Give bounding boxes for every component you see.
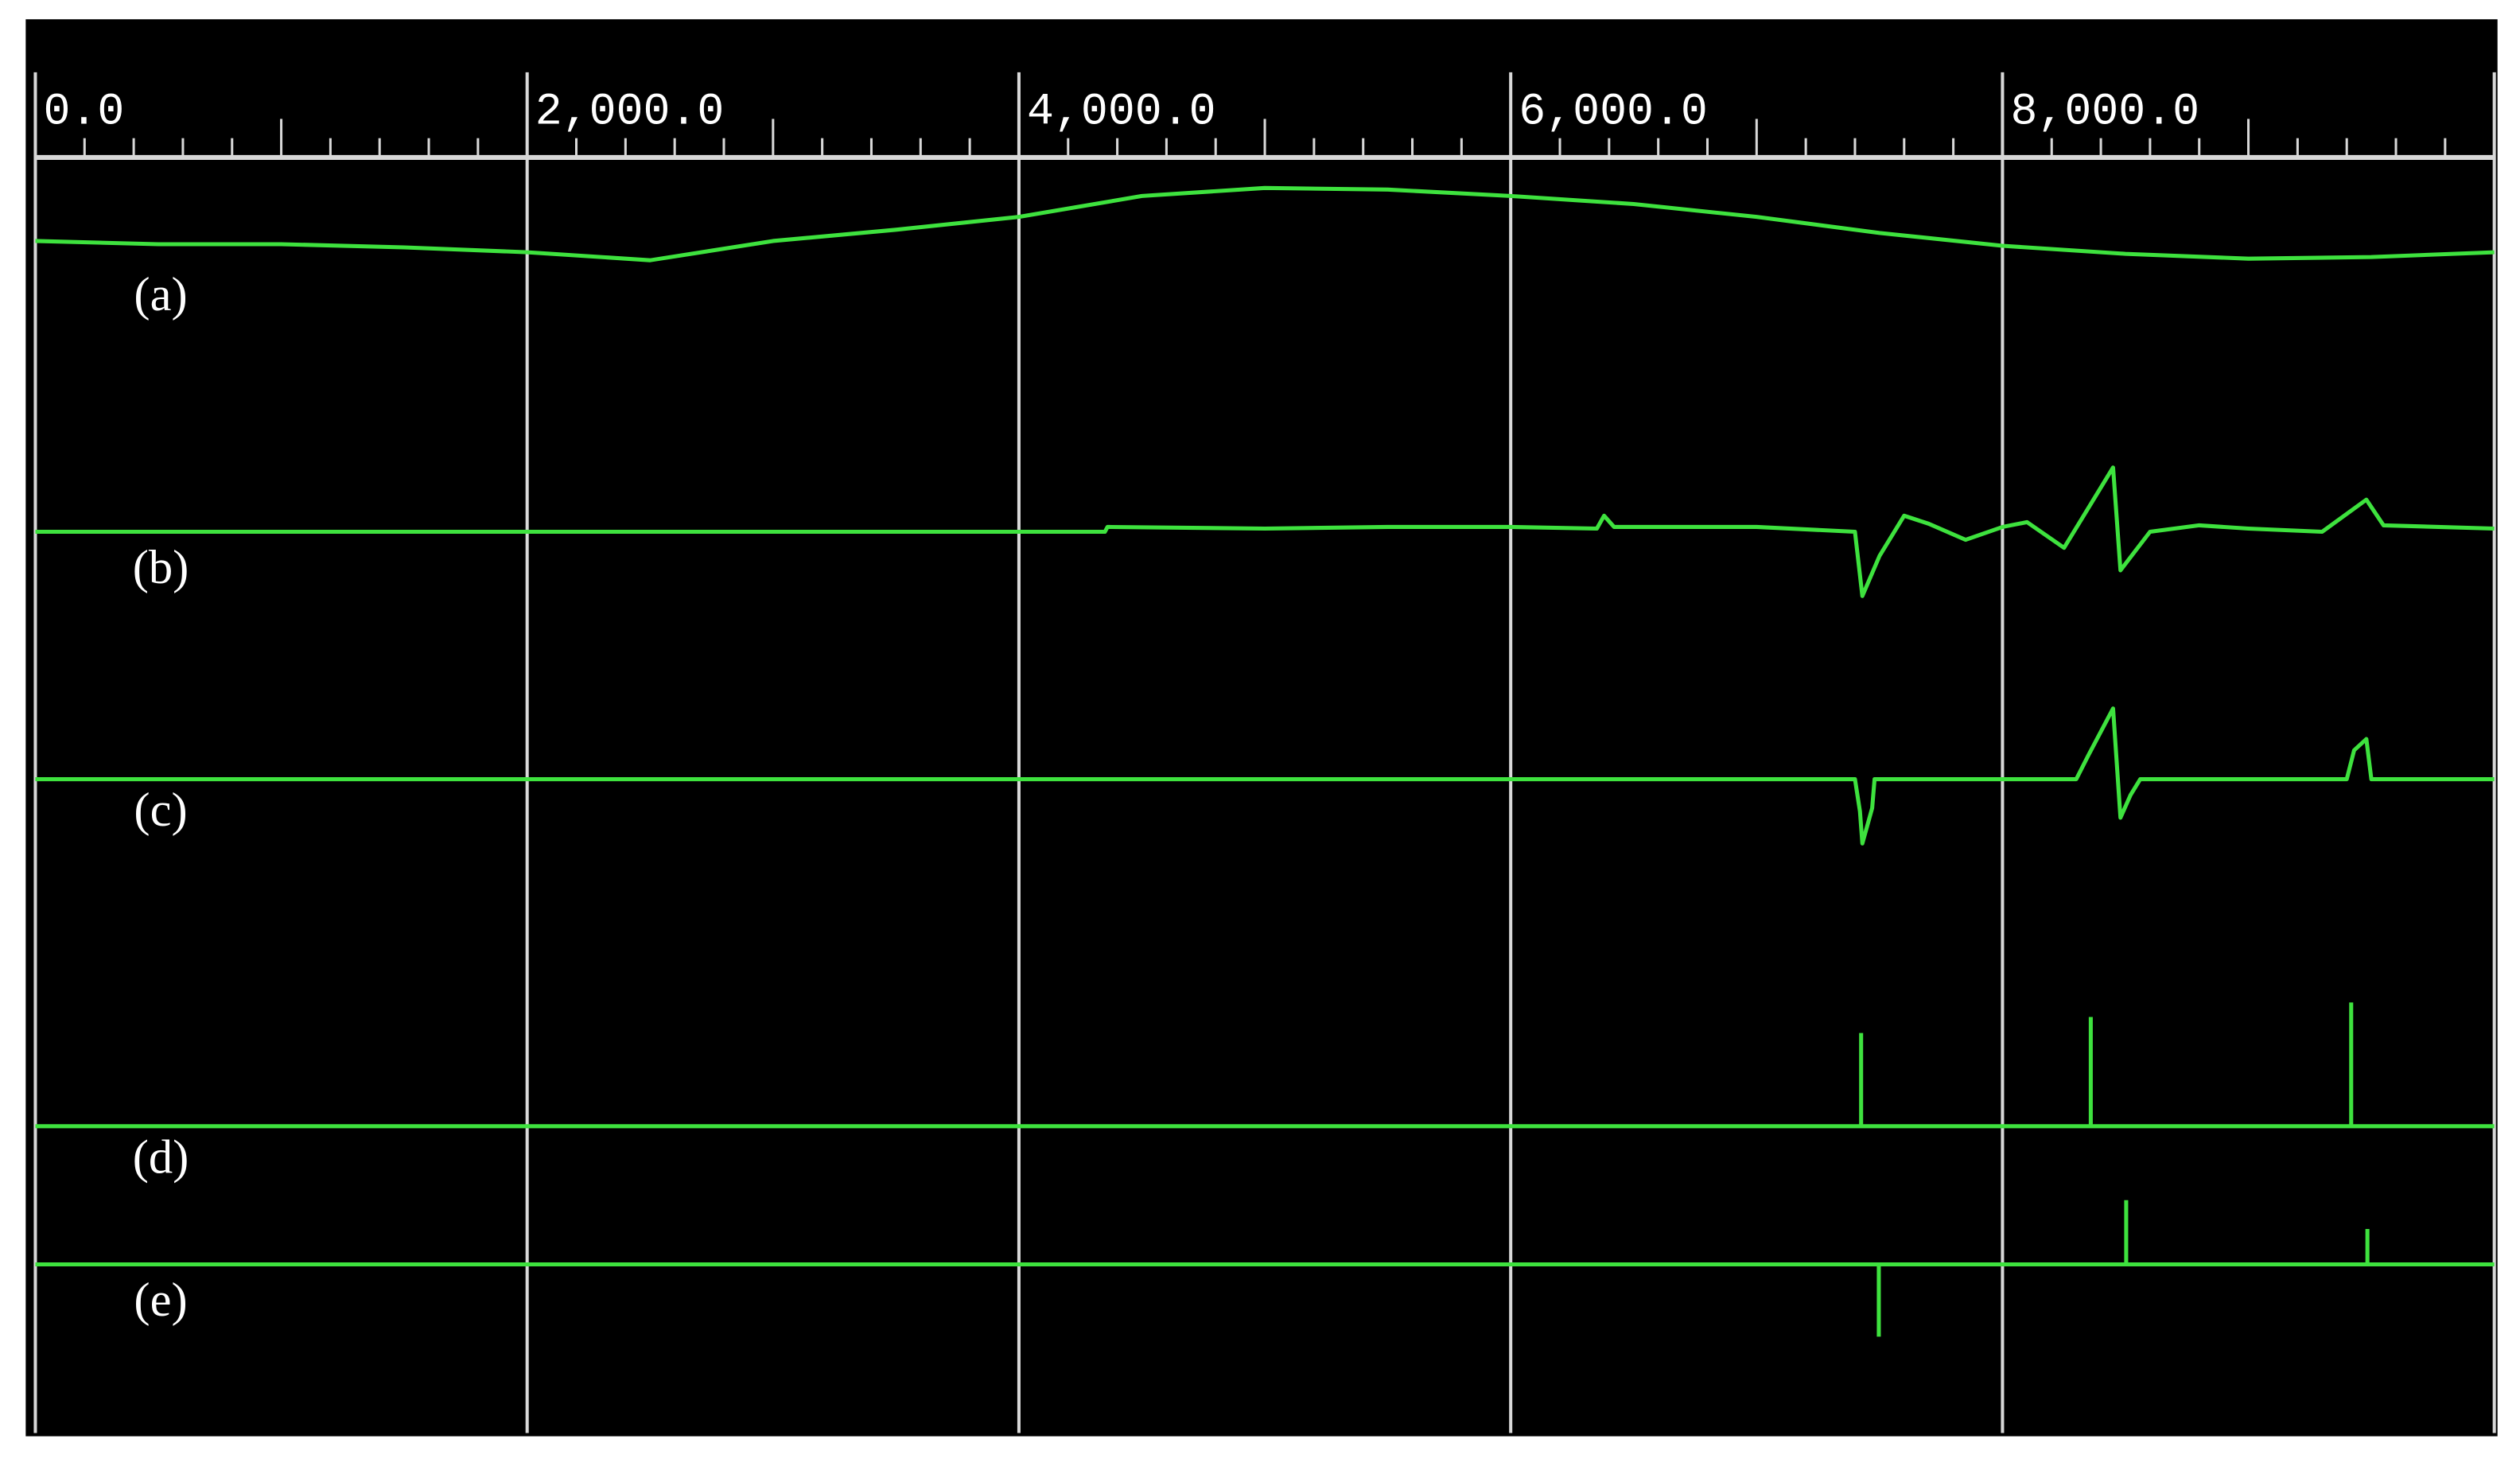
- trace-label: (d): [133, 1130, 189, 1184]
- trace-label: (e): [134, 1274, 187, 1327]
- trace-label: (a): [134, 268, 187, 321]
- x-tick-label: 6,000.0: [1519, 87, 1708, 138]
- trace-label: (c): [134, 784, 187, 837]
- signal-chart: 0.0 2,000.0 4,000.0 6,000.0 8,000.0 (a) (b) (c…: [25, 19, 2498, 1437]
- x-tick-label: 2,000.0: [535, 87, 725, 138]
- x-tick-label: 0.0: [44, 87, 125, 138]
- x-tick-label: 8,000.0: [2011, 87, 2200, 138]
- trace-label: (b): [133, 541, 189, 594]
- x-tick-label: 4,000.0: [1027, 87, 1216, 138]
